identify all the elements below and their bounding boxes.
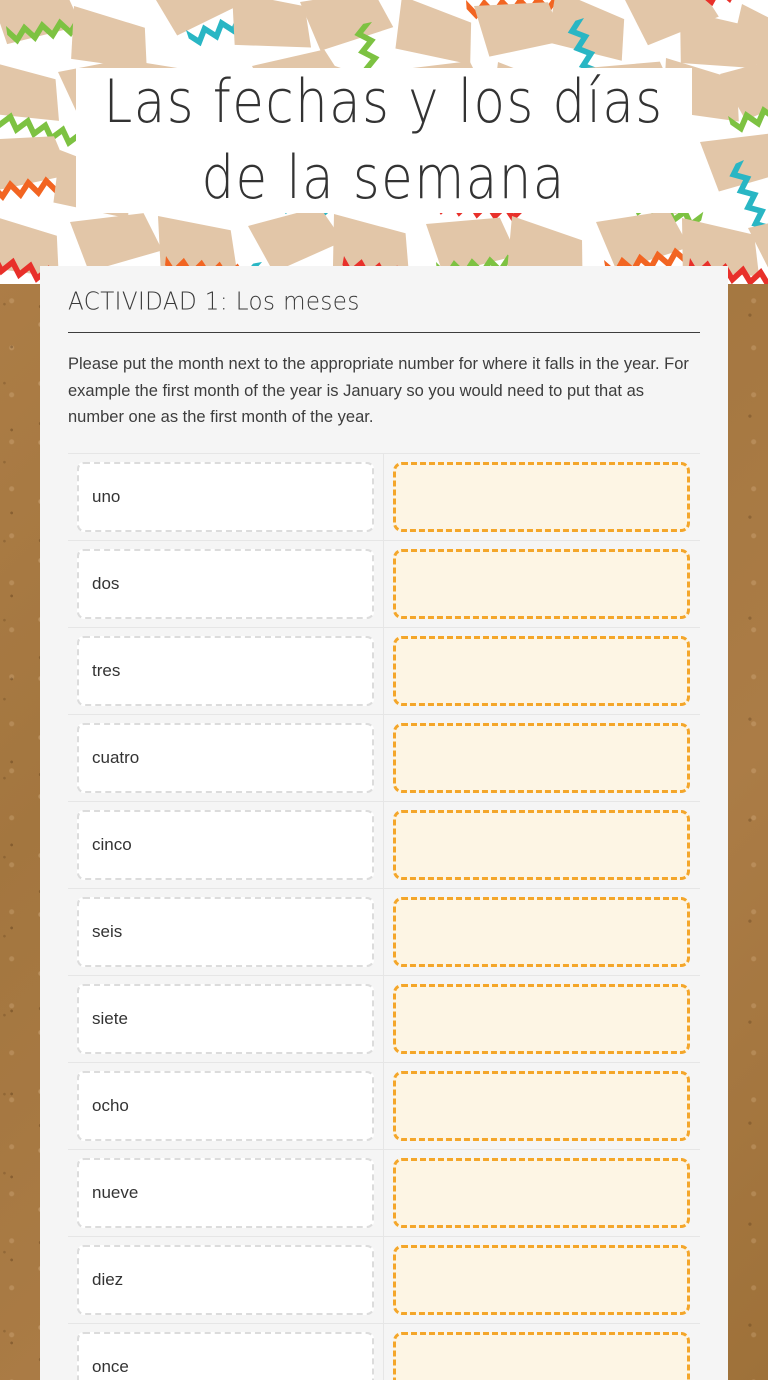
answer-row: diez <box>68 1237 700 1325</box>
activity-header: ACTIVIDAD 1: Los meses <box>40 266 728 333</box>
answer-grid: uno dos tres cuatro cinco seis siete ocho nueve d… <box>68 453 700 1380</box>
number-word-chip[interactable]: diez <box>77 1245 374 1316</box>
number-word-cell: uno <box>68 454 384 541</box>
worksheet-title-plaque: Las fechas y los días de la semana <box>76 68 692 213</box>
number-word-chip[interactable]: nueve <box>77 1158 374 1229</box>
number-word-chip[interactable]: tres <box>77 636 374 707</box>
number-word-cell: ocho <box>68 1063 384 1150</box>
number-word-chip[interactable]: siete <box>77 984 374 1055</box>
number-word-cell: siete <box>68 976 384 1063</box>
answer-dropzone[interactable] <box>393 462 690 533</box>
answer-dropzone[interactable] <box>393 1245 690 1316</box>
answer-dropzone[interactable] <box>393 1332 690 1380</box>
number-word-chip[interactable]: seis <box>77 897 374 968</box>
answer-dropzone[interactable] <box>393 897 690 968</box>
answer-dropzone-cell <box>384 628 699 714</box>
answer-row: dos <box>68 541 700 629</box>
answer-dropzone-cell <box>384 1237 699 1323</box>
answer-row: nueve <box>68 1150 700 1238</box>
number-word-chip[interactable]: ocho <box>77 1071 374 1142</box>
answer-dropzone[interactable] <box>393 1158 690 1229</box>
number-word-chip[interactable]: dos <box>77 549 374 620</box>
answer-dropzone-cell <box>384 1324 699 1380</box>
answer-row: once <box>68 1324 700 1380</box>
answer-dropzone[interactable] <box>393 810 690 881</box>
answer-dropzone[interactable] <box>393 636 690 707</box>
answer-dropzone-cell <box>384 802 699 888</box>
number-word-cell: once <box>68 1324 384 1380</box>
page-title: Las fechas y los días de la semana <box>104 65 664 217</box>
answer-dropzone-cell <box>384 541 699 627</box>
answer-dropzone-cell <box>384 1063 699 1149</box>
number-word-chip[interactable]: uno <box>77 462 374 533</box>
answer-dropzone[interactable] <box>393 1071 690 1142</box>
answer-dropzone-cell <box>384 976 699 1062</box>
answer-row: siete <box>68 976 700 1064</box>
answer-row: ocho <box>68 1063 700 1151</box>
page-title-line-2: de la semana <box>201 143 567 213</box>
answer-dropzone-cell <box>384 715 699 801</box>
number-word-cell: seis <box>68 889 384 976</box>
activity-instructions: Please put the month next to the appropr… <box>68 355 689 427</box>
number-word-chip[interactable]: cinco <box>77 810 374 881</box>
answer-row: tres <box>68 628 700 716</box>
answer-dropzone[interactable] <box>393 549 690 620</box>
answer-dropzone-cell <box>384 454 699 540</box>
answer-row: cuatro <box>68 715 700 803</box>
number-word-chip[interactable]: cuatro <box>77 723 374 794</box>
number-word-cell: cuatro <box>68 715 384 802</box>
answer-dropzone[interactable] <box>393 984 690 1055</box>
answer-dropzone-cell <box>384 1150 699 1236</box>
number-word-cell: nueve <box>68 1150 384 1237</box>
number-word-cell: dos <box>68 541 384 628</box>
worksheet-content-card: ACTIVIDAD 1: Los meses Please put the mo… <box>40 266 728 1380</box>
answer-dropzone-cell <box>384 889 699 975</box>
answer-dropzone[interactable] <box>393 723 690 794</box>
number-word-chip[interactable]: once <box>77 1332 374 1380</box>
page-title-line-1: Las fechas y los días <box>104 67 664 137</box>
number-word-cell: diez <box>68 1237 384 1324</box>
number-word-cell: tres <box>68 628 384 715</box>
activity-heading: ACTIVIDAD 1: Los meses <box>68 287 360 316</box>
number-word-cell: cinco <box>68 802 384 889</box>
answer-row: seis <box>68 889 700 977</box>
answer-row: cinco <box>68 802 700 890</box>
answer-row: uno <box>68 454 700 542</box>
